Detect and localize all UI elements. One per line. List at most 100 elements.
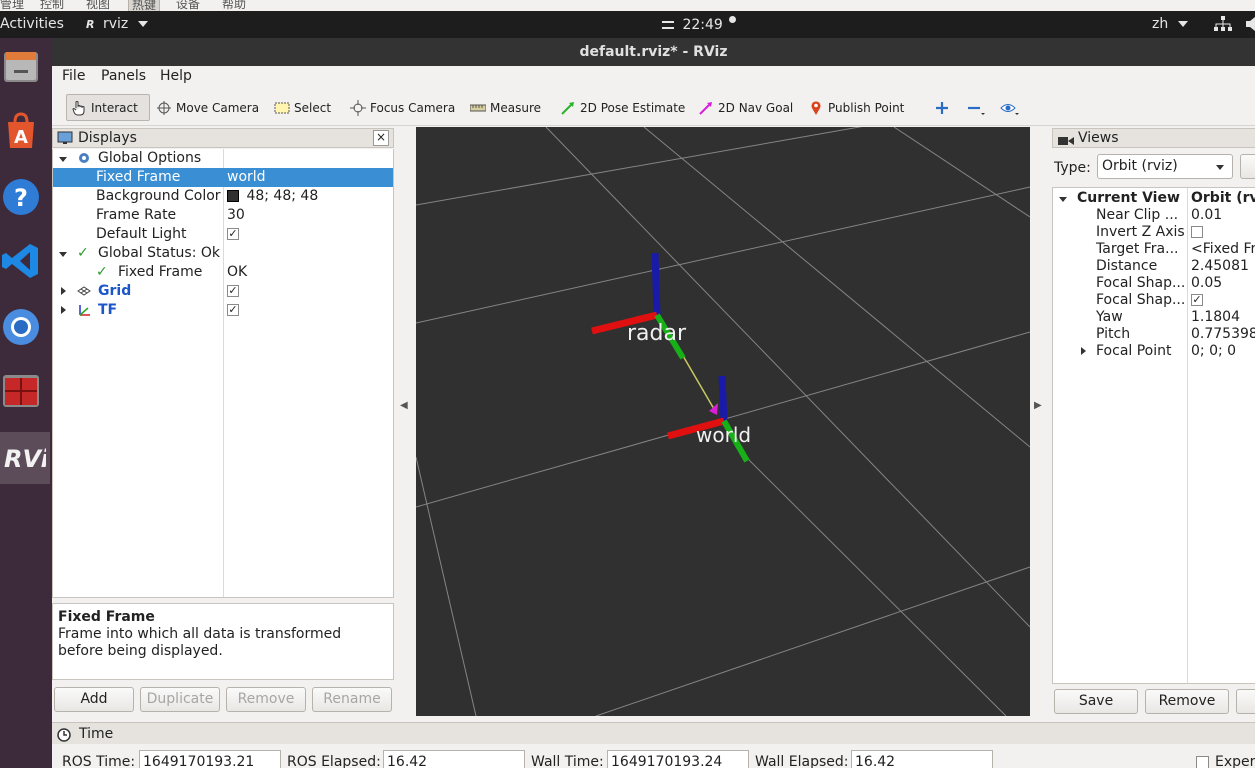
view-prop-value[interactable]: 0.775398 bbox=[1191, 326, 1255, 343]
right-panel-collapse-arrow-icon[interactable]: ▶ bbox=[1034, 400, 1042, 411]
background-color-value[interactable]: 48; 48; 48 bbox=[227, 187, 318, 206]
select-rectangle-icon bbox=[274, 100, 290, 116]
collapse-arrow-icon[interactable] bbox=[59, 252, 67, 257]
menu-file[interactable]: File bbox=[62, 68, 85, 84]
rename-view-button[interactable] bbox=[1236, 689, 1255, 714]
move-camera-tool-button[interactable]: Move Camera bbox=[152, 94, 263, 121]
description-text: Frame into which all data is transformed… bbox=[58, 626, 342, 659]
displays-tree: Global Options Fixed Frame world Backgro… bbox=[52, 149, 394, 598]
wall-elapsed-label: Wall Elapsed: bbox=[755, 754, 849, 768]
view-prop-row[interactable]: Focal Shap... 0.05 bbox=[1053, 275, 1255, 292]
view-prop-label: Focal Shap... bbox=[1096, 292, 1186, 308]
monitor-icon bbox=[57, 131, 73, 150]
scene-canvas[interactable]: radar world bbox=[416, 127, 1030, 716]
rename-display-button[interactable]: Rename bbox=[312, 687, 392, 712]
invert-z-checkbox[interactable] bbox=[1191, 226, 1203, 238]
ros-time-field[interactable]: 1649170193.21 bbox=[139, 750, 281, 768]
view-prop-value[interactable]: 0.05 bbox=[1191, 275, 1222, 292]
view-prop-row[interactable]: Invert Z Axis bbox=[1053, 224, 1255, 241]
tree-row-frame-rate[interactable]: Frame Rate 30 bbox=[53, 206, 393, 225]
global-status-label: Global Status: Ok bbox=[98, 245, 221, 261]
wall-elapsed-field[interactable]: 16.42 bbox=[851, 750, 993, 768]
menu-help[interactable]: Help bbox=[160, 68, 192, 84]
view-type-select[interactable]: Orbit (rviz) bbox=[1097, 154, 1233, 179]
select-tool-button[interactable]: Select bbox=[270, 94, 335, 121]
expand-arrow-icon[interactable] bbox=[61, 287, 66, 295]
frame-rate-value[interactable]: 30 bbox=[227, 206, 245, 225]
tree-row-background-color[interactable]: Background Color 48; 48; 48 bbox=[53, 187, 393, 206]
expand-arrow-icon[interactable] bbox=[61, 306, 66, 314]
measure-tool-button[interactable]: Measure bbox=[466, 94, 545, 121]
rviz-dock-icon[interactable]: RViz bbox=[0, 432, 50, 484]
app-menu[interactable]: R rviz bbox=[86, 16, 148, 32]
pose-estimate-tool-button[interactable]: 2D Pose Estimate bbox=[556, 94, 689, 121]
ros-elapsed-field[interactable]: 16.42 bbox=[383, 750, 525, 768]
duplicate-display-button[interactable]: Duplicate bbox=[140, 687, 220, 712]
tree-row-global-status[interactable]: ✓ Global Status: Ok bbox=[53, 244, 393, 263]
tf-label: TF bbox=[98, 302, 118, 318]
view-prop-value[interactable]: 0; 0; 0 bbox=[1191, 343, 1236, 360]
tf-checkbox[interactable]: ✓ bbox=[227, 304, 239, 316]
files-icon[interactable] bbox=[0, 44, 42, 90]
ruler-icon bbox=[469, 100, 487, 116]
menu-panels[interactable]: Panels bbox=[101, 68, 146, 84]
save-view-button[interactable]: Save bbox=[1054, 689, 1138, 714]
fixed-frame-value[interactable]: world bbox=[227, 168, 266, 187]
help-icon[interactable]: ? bbox=[0, 174, 42, 220]
activities-button[interactable]: Activities bbox=[0, 16, 64, 32]
software-center-icon[interactable]: A bbox=[0, 108, 42, 154]
expand-arrow-icon[interactable] bbox=[1081, 347, 1086, 355]
render-viewport[interactable]: radar world bbox=[416, 127, 1030, 716]
view-prop-row[interactable]: Focal Shap... ✓ bbox=[1053, 292, 1255, 309]
measure-label: Measure bbox=[490, 100, 541, 115]
nav-goal-tool-button[interactable]: 2D Nav Goal bbox=[694, 94, 797, 121]
chevron-down-icon bbox=[1216, 165, 1224, 170]
view-prop-row[interactable]: Yaw 1.1804 bbox=[1053, 309, 1255, 326]
wall-time-field[interactable]: 1649170193.24 bbox=[607, 750, 749, 768]
tree-row-fixed-frame[interactable]: Fixed Frame world bbox=[53, 168, 393, 187]
view-prop-row[interactable]: Target Fra... <Fixed Frame> bbox=[1053, 241, 1255, 258]
grid-checkbox[interactable]: ✓ bbox=[227, 285, 239, 297]
focal-shape-fixed-checkbox[interactable]: ✓ bbox=[1191, 294, 1203, 306]
input-method-menu[interactable]: zh bbox=[1152, 16, 1188, 32]
remove-display-button[interactable]: Remove bbox=[226, 687, 306, 712]
network-icon[interactable] bbox=[1214, 16, 1232, 36]
view-prop-value[interactable]: 0.01 bbox=[1191, 207, 1222, 224]
view-prop-value[interactable]: 2.45081 bbox=[1191, 258, 1249, 275]
view-prop-row[interactable]: Pitch 0.775398 bbox=[1053, 326, 1255, 343]
add-display-button[interactable]: Add bbox=[54, 687, 134, 712]
tree-row-grid[interactable]: Grid ✓ bbox=[53, 282, 393, 301]
clock[interactable]: 22:49 bbox=[662, 16, 737, 33]
tree-row-current-view[interactable]: Current View Orbit (rviz) bbox=[1053, 190, 1255, 207]
tree-row-status-fixed-frame[interactable]: ✓ Fixed Frame OK bbox=[53, 263, 393, 282]
remove-tool-button[interactable] bbox=[962, 94, 990, 121]
tool-properties-button[interactable] bbox=[996, 94, 1024, 121]
interact-tool-button[interactable]: Interact bbox=[66, 94, 150, 121]
clock-time: 22:49 bbox=[682, 16, 723, 33]
color-swatch[interactable] bbox=[227, 190, 239, 202]
left-panel-collapse-arrow-icon[interactable]: ◀ bbox=[400, 400, 408, 411]
experimental-checkbox[interactable] bbox=[1196, 756, 1209, 768]
default-light-checkbox[interactable]: ✓ bbox=[227, 228, 239, 240]
view-prop-row[interactable]: Near Clip ... 0.01 bbox=[1053, 207, 1255, 224]
tree-row-global-options[interactable]: Global Options bbox=[53, 149, 393, 168]
remove-view-button[interactable]: Remove bbox=[1145, 689, 1229, 714]
volume-icon[interactable] bbox=[1246, 16, 1255, 36]
background-menu-item: 热键 bbox=[128, 0, 161, 11]
tree-row-tf[interactable]: TF ✓ bbox=[53, 301, 393, 320]
collapse-arrow-icon[interactable] bbox=[1059, 197, 1067, 202]
close-icon[interactable]: × bbox=[373, 130, 389, 146]
publish-point-tool-button[interactable]: Publish Point bbox=[804, 94, 908, 121]
terminal-icon[interactable] bbox=[0, 368, 42, 414]
collapse-arrow-icon[interactable] bbox=[59, 157, 67, 162]
focus-camera-tool-button[interactable]: Focus Camera bbox=[346, 94, 459, 121]
view-prop-row[interactable]: Focal Point 0; 0; 0 bbox=[1053, 343, 1255, 360]
vscode-icon[interactable] bbox=[0, 238, 42, 284]
chromium-icon[interactable] bbox=[0, 304, 42, 350]
zero-view-button[interactable] bbox=[1240, 154, 1255, 179]
tree-row-default-light[interactable]: Default Light ✓ bbox=[53, 225, 393, 244]
view-prop-value[interactable]: <Fixed Frame> bbox=[1191, 241, 1255, 258]
view-prop-row[interactable]: Distance 2.45081 bbox=[1053, 258, 1255, 275]
add-tool-button[interactable] bbox=[930, 94, 958, 121]
view-prop-value[interactable]: 1.1804 bbox=[1191, 309, 1240, 326]
